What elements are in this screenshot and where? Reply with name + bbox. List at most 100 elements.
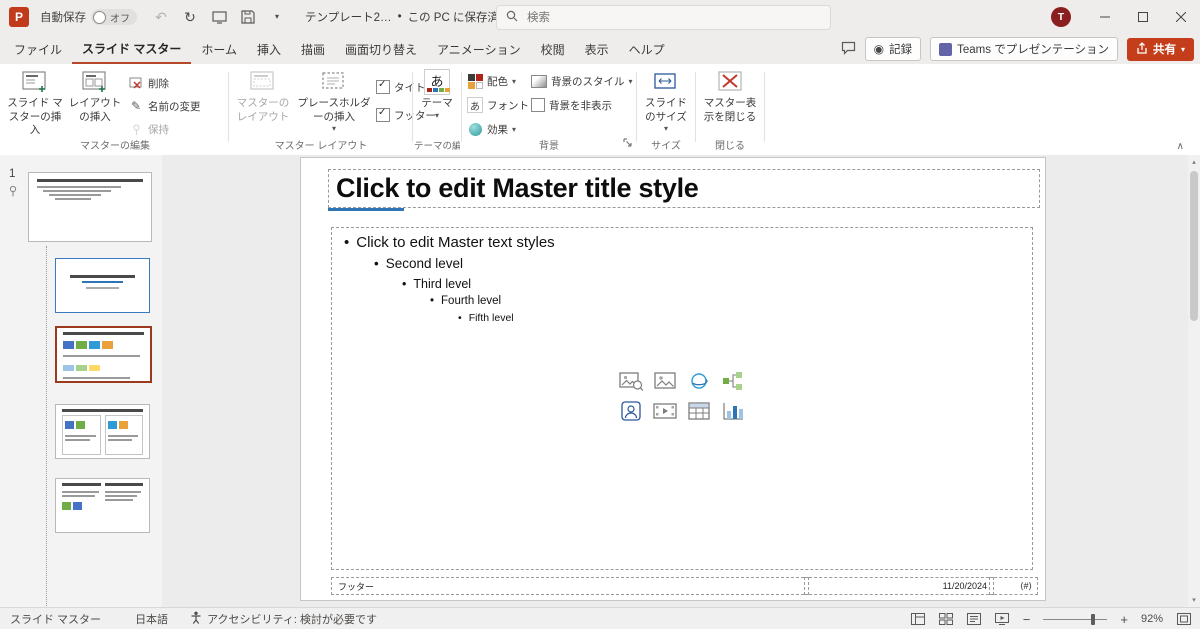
tab-insert[interactable]: 挿入: [247, 34, 291, 64]
scroll-up-icon[interactable]: ▴: [1188, 155, 1200, 169]
avatar[interactable]: T: [1051, 7, 1071, 27]
fonts-button[interactable]: あ フォント ▾: [467, 96, 537, 114]
autosave-control[interactable]: 自動保存 オフ: [40, 9, 137, 25]
record-button[interactable]: ◉ 記録: [864, 37, 922, 61]
zoom-out-icon[interactable]: −: [1023, 613, 1031, 626]
collapse-ribbon-icon[interactable]: ∧: [1177, 141, 1184, 152]
record-label: 記録: [889, 44, 913, 56]
insert-slide-master-button[interactable]: スライド マスターの挿入: [6, 69, 64, 138]
minimize-button[interactable]: [1086, 0, 1124, 34]
teams-present-button[interactable]: Teams でプレゼンテーション: [930, 37, 1118, 61]
share-button[interactable]: 共有 ▾: [1126, 37, 1194, 61]
accessibility-status[interactable]: アクセシビリティ: 検討が必要です: [190, 611, 377, 627]
zoom-slider[interactable]: [1043, 613, 1108, 625]
tab-review[interactable]: 校閲: [531, 34, 575, 64]
thumbnail-layout-1[interactable]: [55, 258, 150, 313]
fit-to-window-icon[interactable]: [1176, 613, 1191, 626]
status-view-label[interactable]: スライド マスター: [10, 611, 101, 627]
title-placeholder[interactable]: Click to edit Master title style: [328, 169, 1040, 208]
tab-help[interactable]: ヘルプ: [619, 34, 675, 64]
status-language[interactable]: 日本語: [135, 611, 168, 627]
effects-button[interactable]: 効果 ▾: [467, 120, 516, 138]
cameo-icon[interactable]: [618, 400, 644, 422]
zoom-in-icon[interactable]: +: [1120, 613, 1128, 626]
search-input[interactable]: [525, 10, 789, 25]
slide-size-button[interactable]: スライドのサイズ ▾: [640, 69, 692, 135]
delete-button[interactable]: 削除: [128, 74, 169, 92]
zoom-percentage[interactable]: 92%: [1141, 613, 1163, 625]
thumbnail-master[interactable]: [28, 172, 152, 242]
video-icon[interactable]: [652, 400, 678, 422]
tab-draw[interactable]: 描画: [291, 34, 335, 64]
share-icon: [1136, 41, 1148, 57]
layout-connector-line: [46, 246, 47, 626]
vertical-scrollbar[interactable]: ▴ ▾: [1188, 155, 1200, 607]
slideshow-from-start-icon[interactable]: [211, 9, 227, 25]
powerpoint-logo-icon[interactable]: P: [9, 7, 29, 27]
bullet-glyph: •: [458, 312, 462, 324]
autosave-label: 自動保存: [40, 12, 86, 24]
scroll-down-icon[interactable]: ▾: [1188, 593, 1200, 607]
slide-sorter-icon[interactable]: [939, 613, 954, 626]
3d-models-icon[interactable]: [686, 370, 712, 392]
chevron-down-icon: ▾: [663, 124, 668, 134]
group-label-master-layout: マスター レイアウト: [274, 141, 368, 152]
bullet-glyph: •: [430, 295, 435, 307]
reading-view-icon[interactable]: [967, 613, 982, 626]
tab-view[interactable]: 表示: [575, 34, 619, 64]
colors-button[interactable]: 配色 ▾: [467, 72, 516, 90]
undo-icon[interactable]: ↶: [153, 9, 169, 25]
table-icon[interactable]: [686, 400, 712, 422]
insert-layout-button[interactable]: レイアウトの挿入: [66, 69, 124, 124]
normal-view-icon[interactable]: [911, 613, 926, 626]
document-title[interactable]: テンプレート2… • この PC に保存済み ▾: [305, 9, 521, 25]
body-placeholder[interactable]: • Click to edit Master text styles • Secon…: [331, 227, 1033, 570]
maximize-button[interactable]: [1124, 0, 1162, 34]
redo-icon[interactable]: ↻: [182, 9, 198, 25]
stock-images-icon[interactable]: [618, 370, 644, 392]
thumbnail-layout-4[interactable]: [55, 478, 150, 533]
footer-placeholder[interactable]: フッター: [331, 577, 809, 595]
master-layout-button[interactable]: マスターのレイアウト: [232, 69, 294, 124]
chevron-down-icon: ▾: [512, 76, 517, 86]
chevron-down-icon: ▾: [434, 110, 439, 120]
tab-animations[interactable]: アニメーション: [427, 34, 531, 64]
comments-icon[interactable]: [841, 41, 856, 58]
title-placeholder-text: Click to edit Master title style: [336, 173, 699, 203]
tab-file[interactable]: ファイル: [4, 34, 72, 64]
themes-button[interactable]: あ テーマ ▾: [416, 69, 458, 121]
smartart-icon[interactable]: [720, 370, 746, 392]
thumbnail-layout-2-selected[interactable]: [55, 326, 152, 383]
date-placeholder[interactable]: 11/20/2024: [804, 577, 994, 595]
hide-background-checkbox[interactable]: 背景を非表示: [531, 96, 612, 114]
record-icon: ◉: [873, 42, 885, 56]
group-label-edit-master: マスターの編集: [80, 141, 150, 152]
fonts-label: フォント: [487, 99, 529, 112]
slideshow-view-icon[interactable]: [995, 613, 1010, 626]
tab-slide-master[interactable]: スライド マスター: [72, 34, 192, 64]
customize-qat-chevron-icon[interactable]: ▾: [269, 9, 285, 25]
close-button[interactable]: [1162, 0, 1200, 34]
save-icon[interactable]: [240, 9, 256, 25]
zoom-slider-knob[interactable]: [1091, 613, 1096, 625]
close-master-view-button[interactable]: マスター表示を閉じる: [699, 69, 761, 124]
rename-button[interactable]: ✎ 名前の変更: [128, 97, 201, 115]
insert-placeholder-button[interactable]: プレースホルダーの挿入 ▾: [296, 69, 372, 135]
tab-transitions[interactable]: 画面切り替え: [335, 34, 427, 64]
insert-slide-master-icon: [21, 69, 49, 95]
thumbnail-layout-3[interactable]: [55, 404, 150, 459]
autosave-toggle[interactable]: オフ: [91, 9, 137, 25]
slide-master-editing-surface[interactable]: Click to edit Master title style • Click …: [300, 157, 1046, 601]
preserve-button[interactable]: 保持: [128, 120, 169, 138]
search-box[interactable]: [496, 5, 831, 30]
tab-home[interactable]: ホーム: [191, 34, 247, 64]
ribbon-group-edit-master: スライド マスターの挿入 レイアウトの挿入 削除 ✎ 名前の変更 保持 マスター…: [4, 64, 226, 154]
scrollbar-thumb[interactable]: [1190, 171, 1198, 321]
chevron-down-icon: ▾: [628, 76, 633, 86]
chart-icon[interactable]: [720, 400, 746, 422]
pictures-icon[interactable]: [652, 370, 678, 392]
slide-number-label: 1: [9, 168, 16, 180]
slide-number-placeholder[interactable]: ⟨#⟩: [989, 577, 1038, 595]
rename-label: 名前の変更: [148, 100, 201, 113]
background-styles-button[interactable]: 背景のスタイル ▾: [531, 72, 633, 90]
